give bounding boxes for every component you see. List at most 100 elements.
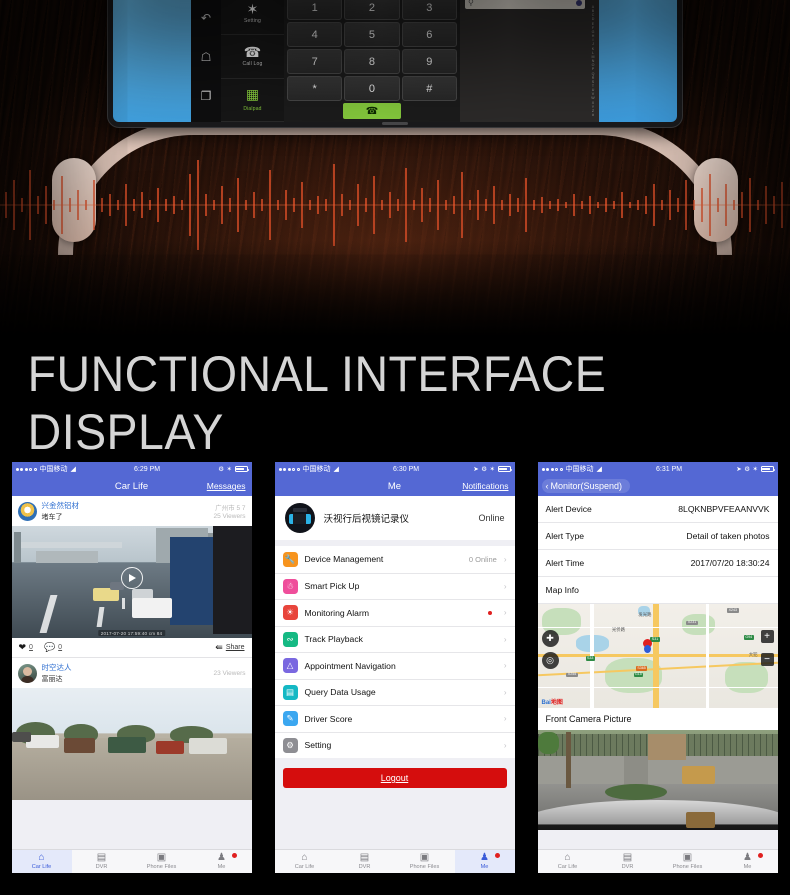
tab-phone-files[interactable]: ▣ Phone Files — [132, 850, 192, 873]
map-view[interactable]: S31 S33 S365 G15 G94 X243 X231 X255 光侨路 … — [537, 604, 778, 708]
navigation-icon: △ — [282, 658, 298, 674]
tab-badge — [494, 853, 500, 858]
feed-post-header[interactable]: 兴金然铝材 堵车了 广州市 5 7 25 Viewers — [11, 496, 252, 526]
person-icon: ♟ — [480, 852, 489, 863]
home-icon: ⌂ — [564, 852, 571, 863]
phone-column-monitor: 中国移动 ◢ 6:31 PM ➤ ⚙ ✶ ‹ Monitor(Suspend) — [526, 462, 789, 895]
detail-value: 2017/07/20 18:30:24 — [690, 558, 770, 568]
tab-bar[interactable]: ⌂ Car Life ▤ DVR ▣ Phone Files ♟ Me — [11, 849, 252, 873]
share-icon: ⇚ — [215, 642, 223, 652]
nav-bar: Car Life Messages — [11, 476, 252, 496]
status-bar: 中国移动 ◢ 6:30 PM ➤ ⚙ ✶ — [274, 462, 515, 476]
menu-item-track-playback[interactable]: ∾ Track Playback › — [274, 625, 515, 653]
play-button[interactable] — [120, 566, 143, 589]
hero-banner: ↶ ☖ ❐ ✶ Setting ☎ Call Log ▦ Dialpad 1 2… — [0, 0, 790, 350]
status-time: 6:29 PM — [134, 465, 161, 473]
avatar — [17, 501, 37, 521]
tab-dvr[interactable]: ▤ DVR — [72, 850, 132, 873]
tab-car-life[interactable]: ⌂ Car Life — [275, 850, 335, 873]
menu-item-smart-pick-up[interactable]: ☃ Smart Pick Up › — [274, 572, 515, 600]
tab-bar[interactable]: ⌂ Car Life ▤ DVR ▣ Phone Files ♟ Me — [537, 849, 778, 873]
zoom-in-button[interactable]: + — [760, 630, 774, 643]
hands-icon: ☃ — [282, 578, 298, 594]
tab-label: DVR — [621, 864, 634, 870]
tab-dvr[interactable]: ▤ DVR — [598, 850, 658, 873]
menu-item-driver-score[interactable]: ✎ Driver Score › — [274, 705, 515, 732]
me-menu-list[interactable]: 🔧 Device Management 0 Online › ☃ Smart P… — [274, 546, 515, 759]
post-subtitle: 堵车了 — [41, 514, 63, 521]
gear-icon: ⚙ — [282, 737, 298, 753]
map-road-shield: X231 — [686, 620, 698, 626]
battery-icon — [234, 466, 249, 472]
tab-car-life[interactable]: ⌂ Car Life — [538, 850, 598, 873]
menu-item-query-data-usage[interactable]: ▤ Query Data Usage › — [274, 678, 515, 706]
score-icon: ✎ — [282, 711, 298, 727]
phone-screenshot-car-life: 中国移动 ◢ 6:29 PM ⚙ ✶ Car Life Messages 兴金然… — [11, 462, 252, 873]
phone-column-me: 中国移动 ◢ 6:30 PM ➤ ⚙ ✶ Me Notifications 沃视… — [263, 462, 526, 895]
video-timestamp: 2017-07-20 17:59:40 cm 84 — [97, 630, 166, 636]
post-video-thumbnail[interactable]: 2017-07-20 17:59:40 cm 84 — [11, 526, 252, 638]
photo-icon: ▣ — [419, 852, 430, 863]
menu-item-label: Query Data Usage — [304, 687, 376, 698]
menu-item-label: Device Management — [304, 554, 384, 565]
status-bar: 中国移动 ◢ 6:29 PM ⚙ ✶ — [11, 462, 252, 476]
detail-value: Detail of taken photos — [686, 531, 770, 541]
notifications-link[interactable]: Notifications — [462, 481, 508, 491]
feed-post-header[interactable]: 时空达人 富丽达 23 Viewers — [11, 658, 252, 688]
messages-link[interactable]: Messages — [207, 481, 246, 491]
battery-icon — [497, 466, 512, 472]
map-location-pin — [643, 639, 653, 654]
detail-row-alert-type: Alert Type Detail of taken photos — [537, 523, 778, 550]
tab-phone-files[interactable]: ▣ Phone Files — [658, 850, 718, 873]
chevron-right-icon: › — [503, 740, 507, 750]
signal-icon — [541, 467, 563, 471]
menu-item-device-management[interactable]: 🔧 Device Management 0 Online › — [275, 546, 515, 573]
chevron-right-icon: › — [503, 661, 507, 671]
photo-icon: ▣ — [156, 852, 167, 863]
me-body[interactable]: 沃视行后视镜记录仪 Online 🔧 Device Management 0 O… — [274, 496, 515, 849]
status-time: 6:30 PM — [393, 465, 420, 473]
monitor-body[interactable]: Alert Device 8LQKNBPVFEAANVVK Alert Type… — [537, 496, 778, 849]
comment-icon: 💬 — [43, 642, 56, 652]
menu-item-appointment-navigation[interactable]: △ Appointment Navigation › — [274, 652, 515, 679]
comment-button[interactable]: 💬 0 — [44, 642, 62, 653]
tab-me[interactable]: ♟ Me — [718, 850, 778, 873]
crosshair-icon[interactable]: ✚ — [541, 630, 559, 647]
tab-bar[interactable]: ⌂ Car Life ▤ DVR ▣ Phone Files ♟ Me — [274, 849, 515, 873]
chevron-right-icon: › — [503, 714, 507, 724]
location-arrow-icon: ➤ — [473, 466, 479, 473]
menu-item-monitoring-alarm[interactable]: ☀ Monitoring Alarm › — [274, 599, 515, 626]
zoom-out-button[interactable]: − — [760, 653, 774, 666]
wrench-icon: 🔧 — [282, 551, 298, 567]
post-location: 广州市 5 7 — [215, 505, 246, 512]
front-camera-picture[interactable] — [537, 730, 778, 830]
screenshot-row: 中国移动 ◢ 6:29 PM ⚙ ✶ Car Life Messages 兴金然… — [0, 462, 790, 895]
tab-me[interactable]: ♟ Me — [192, 850, 252, 873]
map-zoom-controls[interactable]: + − — [760, 630, 774, 666]
status-time: 6:31 PM — [656, 465, 683, 473]
menu-item-setting[interactable]: ⚙ Setting › — [274, 731, 515, 759]
share-label: Share — [225, 644, 245, 651]
wifi-icon: ◢ — [333, 466, 339, 473]
chevron-right-icon: › — [503, 608, 507, 618]
phone-column-car-life: 中国移动 ◢ 6:29 PM ⚙ ✶ Car Life Messages 兴金然… — [0, 462, 263, 895]
detail-key: Map Info — [545, 585, 579, 595]
tab-phone-files[interactable]: ▣ Phone Files — [395, 850, 455, 873]
street-view-icon[interactable]: ◎ — [541, 652, 559, 669]
device-profile-row[interactable]: 沃视行后视镜记录仪 Online — [274, 496, 515, 540]
tab-car-life[interactable]: ⌂ Car Life — [11, 850, 72, 873]
logout-button[interactable]: Logout — [282, 768, 507, 788]
back-button[interactable]: ‹ Monitor(Suspend) — [541, 479, 631, 493]
tab-label: DVR — [358, 864, 371, 870]
detail-key: Alert Type — [545, 531, 585, 541]
map-attribution: Bai地图 — [541, 700, 563, 706]
post-photo-thumbnail[interactable] — [11, 688, 252, 800]
tab-label: Me — [217, 864, 226, 870]
tab-dvr[interactable]: ▤ DVR — [335, 850, 395, 873]
menu-item-label: Monitoring Alarm — [304, 607, 369, 618]
like-button[interactable]: ❤ 0 — [19, 642, 33, 653]
feed-body[interactable]: 兴金然铝材 堵车了 广州市 5 7 25 Viewers 2017-07-20 … — [11, 496, 252, 849]
tab-label: Car Life — [31, 864, 52, 870]
tab-me[interactable]: ♟ Me — [454, 850, 515, 873]
share-button[interactable]: ⇚ Share — [215, 642, 244, 653]
